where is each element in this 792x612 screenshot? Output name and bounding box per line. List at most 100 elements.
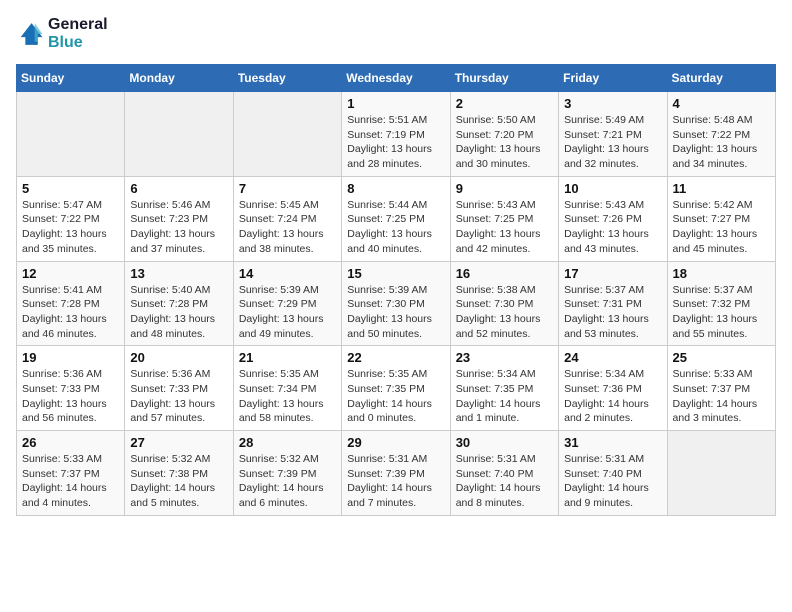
calendar-week-1: 1 Sunrise: 5:51 AM Sunset: 7:19 PM Daylig… — [17, 92, 776, 177]
calendar-cell: 14 Sunrise: 5:39 AM Sunset: 7:29 PM Dayli… — [233, 261, 341, 346]
calendar-cell: 21 Sunrise: 5:35 AM Sunset: 7:34 PM Dayli… — [233, 346, 341, 431]
calendar-cell: 15Sunrise: 5:39 AM Sunset: 7:30 PM Dayli… — [342, 261, 450, 346]
day-number: 24 — [564, 350, 661, 365]
day-number: 19 — [22, 350, 119, 365]
calendar-header-row: SundayMondayTuesdayWednesdayThursdayFrid… — [17, 65, 776, 92]
calendar-cell: 12 Sunrise: 5:41 AM Sunset: 7:28 PM Dayli… — [17, 261, 125, 346]
day-info: Sunrise: 5:31 AM Sunset: 7:39 PM Dayligh… — [347, 452, 444, 511]
col-header-thursday: Thursday — [450, 65, 558, 92]
day-info: Sunrise: 5:32 AM Sunset: 7:39 PM Dayligh… — [239, 452, 336, 511]
calendar-cell: 16 Sunrise: 5:38 AM Sunset: 7:30 PM Dayli… — [450, 261, 558, 346]
day-info: Sunrise: 5:31 AM Sunset: 7:40 PM Dayligh… — [456, 452, 553, 511]
day-number: 8 — [347, 181, 444, 196]
calendar-cell: 28 Sunrise: 5:32 AM Sunset: 7:39 PM Dayli… — [233, 431, 341, 516]
day-number: 12 — [22, 266, 119, 281]
day-info: Sunrise: 5:34 AM Sunset: 7:36 PM Dayligh… — [564, 367, 661, 426]
day-number: 14 — [239, 266, 336, 281]
day-number: 7 — [239, 181, 336, 196]
calendar-cell — [17, 92, 125, 177]
day-number: 10 — [564, 181, 661, 196]
day-number: 18 — [673, 266, 770, 281]
day-info: Sunrise: 5:35 AM Sunset: 7:35 PM Dayligh… — [347, 367, 444, 426]
day-info: Sunrise: 5:44 AM Sunset: 7:25 PM Dayligh… — [347, 198, 444, 257]
calendar-cell: 8 Sunrise: 5:44 AM Sunset: 7:25 PM Daylig… — [342, 176, 450, 261]
calendar-cell: 30 Sunrise: 5:31 AM Sunset: 7:40 PM Dayli… — [450, 431, 558, 516]
calendar-week-3: 12 Sunrise: 5:41 AM Sunset: 7:28 PM Dayli… — [17, 261, 776, 346]
day-number: 4 — [673, 96, 770, 111]
day-info: Sunrise: 5:49 AM Sunset: 7:21 PM Dayligh… — [564, 113, 661, 172]
day-number: 30 — [456, 435, 553, 450]
calendar-cell: 13Sunrise: 5:40 AM Sunset: 7:28 PM Dayli… — [125, 261, 233, 346]
calendar-cell: 24 Sunrise: 5:34 AM Sunset: 7:36 PM Dayli… — [559, 346, 667, 431]
calendar-cell: 1 Sunrise: 5:51 AM Sunset: 7:19 PM Daylig… — [342, 92, 450, 177]
calendar-cell: 10 Sunrise: 5:43 AM Sunset: 7:26 PM Dayli… — [559, 176, 667, 261]
calendar-cell: 9Sunrise: 5:43 AM Sunset: 7:25 PM Daylig… — [450, 176, 558, 261]
day-number: 6 — [130, 181, 227, 196]
day-info: Sunrise: 5:48 AM Sunset: 7:22 PM Dayligh… — [673, 113, 770, 172]
calendar-week-5: 26 Sunrise: 5:33 AM Sunset: 7:37 PM Dayli… — [17, 431, 776, 516]
day-number: 17 — [564, 266, 661, 281]
col-header-monday: Monday — [125, 65, 233, 92]
calendar-cell: 23Sunrise: 5:34 AM Sunset: 7:35 PM Dayli… — [450, 346, 558, 431]
day-number: 1 — [347, 96, 444, 111]
calendar-cell: 4 Sunrise: 5:48 AM Sunset: 7:22 PM Daylig… — [667, 92, 775, 177]
calendar-cell: 3Sunrise: 5:49 AM Sunset: 7:21 PM Daylig… — [559, 92, 667, 177]
day-info: Sunrise: 5:31 AM Sunset: 7:40 PM Dayligh… — [564, 452, 661, 511]
day-info: Sunrise: 5:32 AM Sunset: 7:38 PM Dayligh… — [130, 452, 227, 511]
calendar-cell — [667, 431, 775, 516]
calendar-cell: 25 Sunrise: 5:33 AM Sunset: 7:37 PM Dayli… — [667, 346, 775, 431]
day-info: Sunrise: 5:46 AM Sunset: 7:23 PM Dayligh… — [130, 198, 227, 257]
day-number: 20 — [130, 350, 227, 365]
day-info: Sunrise: 5:36 AM Sunset: 7:33 PM Dayligh… — [22, 367, 119, 426]
day-number: 2 — [456, 96, 553, 111]
day-number: 28 — [239, 435, 336, 450]
day-info: Sunrise: 5:43 AM Sunset: 7:26 PM Dayligh… — [564, 198, 661, 257]
col-header-tuesday: Tuesday — [233, 65, 341, 92]
day-info: Sunrise: 5:39 AM Sunset: 7:29 PM Dayligh… — [239, 283, 336, 342]
day-info: Sunrise: 5:51 AM Sunset: 7:19 PM Dayligh… — [347, 113, 444, 172]
calendar-week-4: 19 Sunrise: 5:36 AM Sunset: 7:33 PM Dayli… — [17, 346, 776, 431]
day-info: Sunrise: 5:36 AM Sunset: 7:33 PM Dayligh… — [130, 367, 227, 426]
col-header-wednesday: Wednesday — [342, 65, 450, 92]
day-info: Sunrise: 5:33 AM Sunset: 7:37 PM Dayligh… — [22, 452, 119, 511]
day-info: Sunrise: 5:42 AM Sunset: 7:27 PM Dayligh… — [673, 198, 770, 257]
calendar-cell: 26 Sunrise: 5:33 AM Sunset: 7:37 PM Dayli… — [17, 431, 125, 516]
calendar-cell: 7 Sunrise: 5:45 AM Sunset: 7:24 PM Daylig… — [233, 176, 341, 261]
calendar-cell: 29 Sunrise: 5:31 AM Sunset: 7:39 PM Dayli… — [342, 431, 450, 516]
calendar-table: SundayMondayTuesdayWednesdayThursdayFrid… — [16, 64, 776, 516]
day-number: 26 — [22, 435, 119, 450]
day-info: Sunrise: 5:45 AM Sunset: 7:24 PM Dayligh… — [239, 198, 336, 257]
day-number: 29 — [347, 435, 444, 450]
logo-text: General Blue — [48, 16, 108, 52]
day-info: Sunrise: 5:41 AM Sunset: 7:28 PM Dayligh… — [22, 283, 119, 342]
calendar-cell: 22 Sunrise: 5:35 AM Sunset: 7:35 PM Dayli… — [342, 346, 450, 431]
calendar-week-2: 5Sunrise: 5:47 AM Sunset: 7:22 PM Daylig… — [17, 176, 776, 261]
day-number: 25 — [673, 350, 770, 365]
day-number: 31 — [564, 435, 661, 450]
day-info: Sunrise: 5:37 AM Sunset: 7:31 PM Dayligh… — [564, 283, 661, 342]
logo-icon — [16, 20, 44, 48]
day-info: Sunrise: 5:38 AM Sunset: 7:30 PM Dayligh… — [456, 283, 553, 342]
day-number: 9 — [456, 181, 553, 196]
day-number: 15 — [347, 266, 444, 281]
page-header: General Blue — [16, 16, 776, 52]
day-info: Sunrise: 5:50 AM Sunset: 7:20 PM Dayligh… — [456, 113, 553, 172]
day-info: Sunrise: 5:40 AM Sunset: 7:28 PM Dayligh… — [130, 283, 227, 342]
day-info: Sunrise: 5:37 AM Sunset: 7:32 PM Dayligh… — [673, 283, 770, 342]
calendar-cell: 27 Sunrise: 5:32 AM Sunset: 7:38 PM Dayli… — [125, 431, 233, 516]
calendar-cell: 11 Sunrise: 5:42 AM Sunset: 7:27 PM Dayli… — [667, 176, 775, 261]
day-number: 11 — [673, 181, 770, 196]
calendar-cell: 2 Sunrise: 5:50 AM Sunset: 7:20 PM Daylig… — [450, 92, 558, 177]
day-number: 22 — [347, 350, 444, 365]
calendar-cell: 5Sunrise: 5:47 AM Sunset: 7:22 PM Daylig… — [17, 176, 125, 261]
calendar-cell: 19 Sunrise: 5:36 AM Sunset: 7:33 PM Dayli… — [17, 346, 125, 431]
col-header-saturday: Saturday — [667, 65, 775, 92]
day-number: 16 — [456, 266, 553, 281]
calendar-cell: 18 Sunrise: 5:37 AM Sunset: 7:32 PM Dayli… — [667, 261, 775, 346]
day-number: 23 — [456, 350, 553, 365]
day-number: 27 — [130, 435, 227, 450]
calendar-cell — [125, 92, 233, 177]
day-info: Sunrise: 5:35 AM Sunset: 7:34 PM Dayligh… — [239, 367, 336, 426]
day-info: Sunrise: 5:33 AM Sunset: 7:37 PM Dayligh… — [673, 367, 770, 426]
day-number: 21 — [239, 350, 336, 365]
